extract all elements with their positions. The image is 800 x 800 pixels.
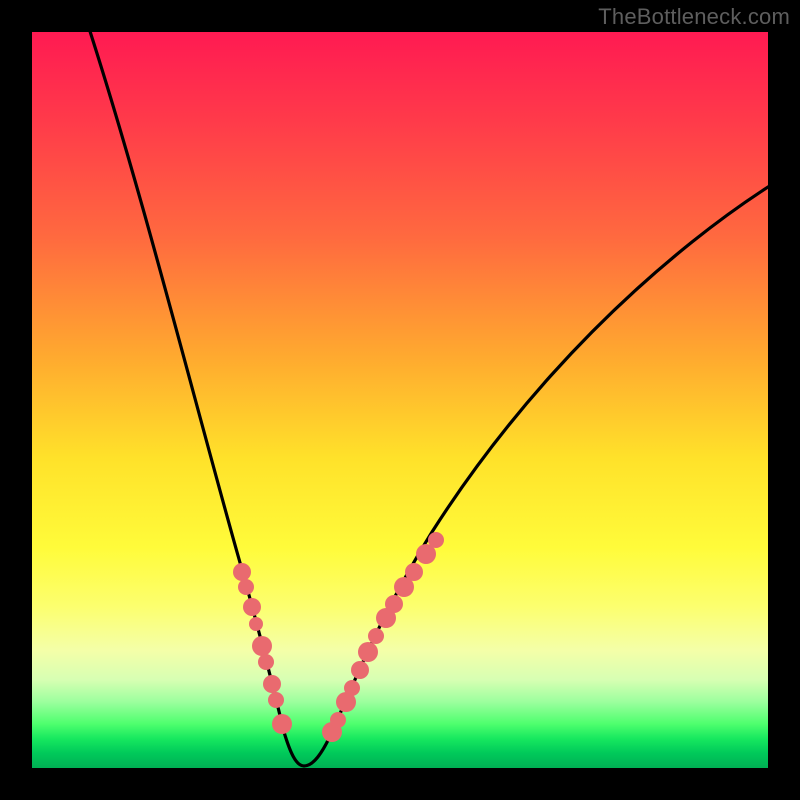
highlight-left xyxy=(233,563,292,734)
plot-area xyxy=(32,32,768,768)
watermark-text: TheBottleneck.com xyxy=(598,4,790,30)
chart-frame: TheBottleneck.com xyxy=(0,0,800,800)
curve-layer xyxy=(32,32,768,768)
bottleneck-curve xyxy=(87,32,768,766)
